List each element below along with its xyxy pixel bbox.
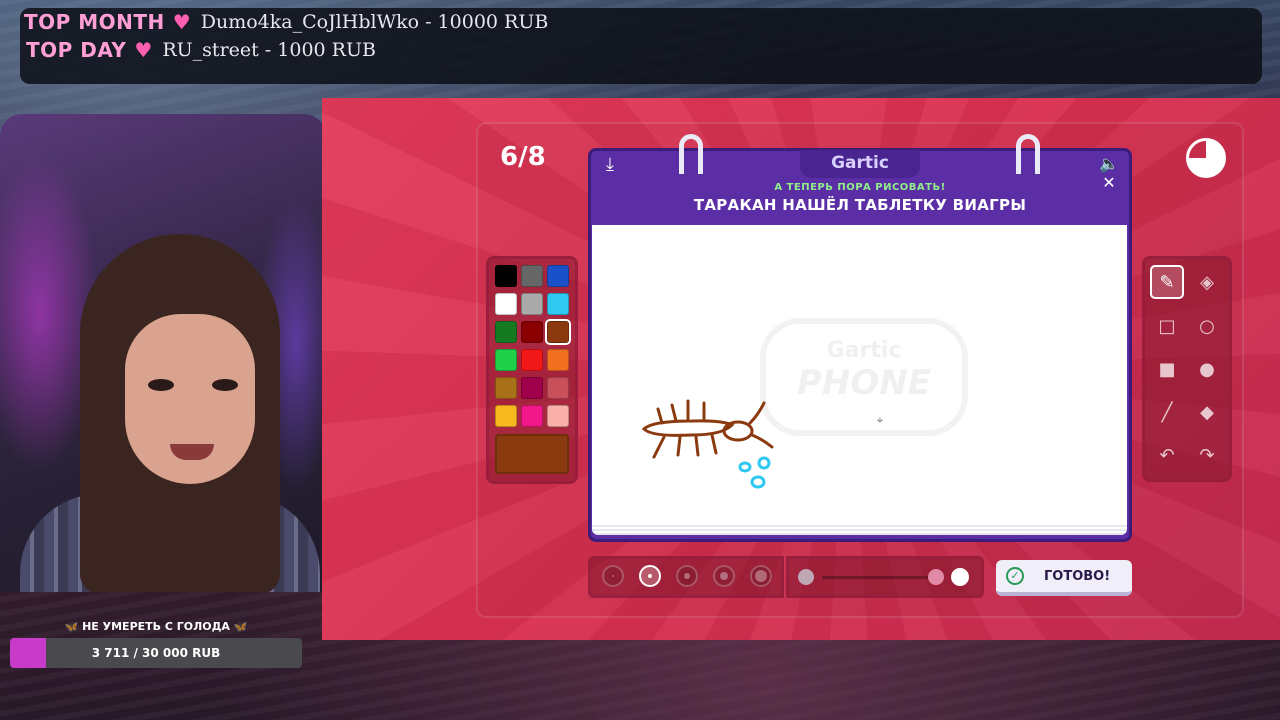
streamer-eye <box>148 379 174 391</box>
heart-icon: ♥ <box>134 38 153 62</box>
brush-size-4[interactable] <box>713 565 735 587</box>
color-swatch[interactable] <box>495 405 517 427</box>
color-swatch[interactable] <box>545 319 571 345</box>
top-day-label: TOP DAY <box>26 38 127 62</box>
line-icon[interactable]: ╱ <box>1150 395 1184 429</box>
pencil-icon[interactable]: ✎ <box>1150 265 1184 299</box>
brush-size-3[interactable] <box>676 565 698 587</box>
color-swatch[interactable] <box>547 405 569 427</box>
instruction-subtitle: А ТЕПЕРЬ ПОРА РИСОВАТЬ! <box>774 182 946 193</box>
download-icon[interactable]: ⤓ <box>598 154 622 178</box>
color-swatch[interactable] <box>547 293 569 315</box>
color-swatch[interactable] <box>495 377 517 399</box>
timer-icon <box>1186 138 1226 178</box>
square-outline-icon[interactable]: □ <box>1150 309 1184 343</box>
color-swatch[interactable] <box>495 349 517 371</box>
ring-icon <box>679 134 703 174</box>
redo-icon[interactable]: ↷ <box>1190 438 1224 472</box>
done-button-label: ГОТОВО! <box>1044 568 1111 584</box>
crosshair-icon: ⌖ <box>876 414 884 427</box>
opacity-max-icon <box>951 568 969 586</box>
color-swatch[interactable] <box>521 293 543 315</box>
color-swatch[interactable] <box>547 377 569 399</box>
heart-icon: ♥ <box>172 10 191 34</box>
top-month-donor: Dumo4ka_CoJlHblWko - 10000 RUB <box>200 11 549 33</box>
circle-filled-icon[interactable]: ● <box>1190 352 1224 386</box>
goal-progress-text: 3 711 / 30 000 RUB <box>91 646 221 660</box>
cockroach-drawing <box>641 399 774 489</box>
brush-size-1[interactable] <box>602 565 624 587</box>
fill-bucket-icon[interactable]: ◆ <box>1190 395 1224 429</box>
opacity-knob[interactable] <box>928 569 944 585</box>
goal-title: 🦋 НЕ УМЕРЕТЬ С ГОЛОДА 🦋 <box>64 620 248 633</box>
done-button[interactable]: ✓ ГОТОВО! <box>996 560 1132 596</box>
top-month-row: TOP MONTH ♥ Dumo4ka_CoJlHblWko - 10000 R… <box>24 10 548 34</box>
webcam-feed <box>0 114 326 592</box>
eraser-icon[interactable]: ◈ <box>1190 265 1224 299</box>
ring-icon <box>1016 134 1040 174</box>
square-filled-icon[interactable]: ■ <box>1150 352 1184 386</box>
color-swatch[interactable] <box>495 321 517 343</box>
color-swatch[interactable] <box>521 405 543 427</box>
undo-icon[interactable]: ↶ <box>1150 438 1184 472</box>
color-swatch[interactable] <box>547 265 569 287</box>
drawing-prompt: ТАРАКАН НАШЁЛ ТАБЛЕТКУ ВИАГРЫ <box>693 196 1027 214</box>
notebook-pages <box>592 525 1127 535</box>
color-swatch[interactable] <box>521 349 543 371</box>
color-swatch[interactable] <box>521 265 543 287</box>
brush-size-5[interactable] <box>750 565 772 587</box>
color-swatch[interactable] <box>521 377 543 399</box>
round-counter: 6/8 <box>500 142 546 172</box>
streamer-eye <box>212 379 238 391</box>
color-swatch[interactable] <box>495 293 517 315</box>
brush-size-2[interactable] <box>639 565 661 587</box>
opacity-min-icon <box>798 569 814 585</box>
top-month-label: TOP MONTH <box>24 10 165 34</box>
circle-outline-icon[interactable]: ○ <box>1190 309 1224 343</box>
top-day-row: TOP DAY ♥ RU_street - 1000 RUB <box>26 38 376 62</box>
mute-icon[interactable]: 🔈✕ <box>1096 154 1122 192</box>
gartic-logo: Gartic <box>800 150 920 178</box>
goal-progress-bar: 3 711 / 30 000 RUB <box>10 638 302 668</box>
check-icon: ✓ <box>1006 567 1024 585</box>
opacity-track[interactable] <box>822 576 932 579</box>
color-swatch[interactable] <box>521 321 543 343</box>
current-color-preview <box>495 434 569 474</box>
color-swatch[interactable] <box>547 349 569 371</box>
color-swatch[interactable] <box>495 265 517 287</box>
top-day-donor: RU_street - 1000 RUB <box>162 39 376 61</box>
